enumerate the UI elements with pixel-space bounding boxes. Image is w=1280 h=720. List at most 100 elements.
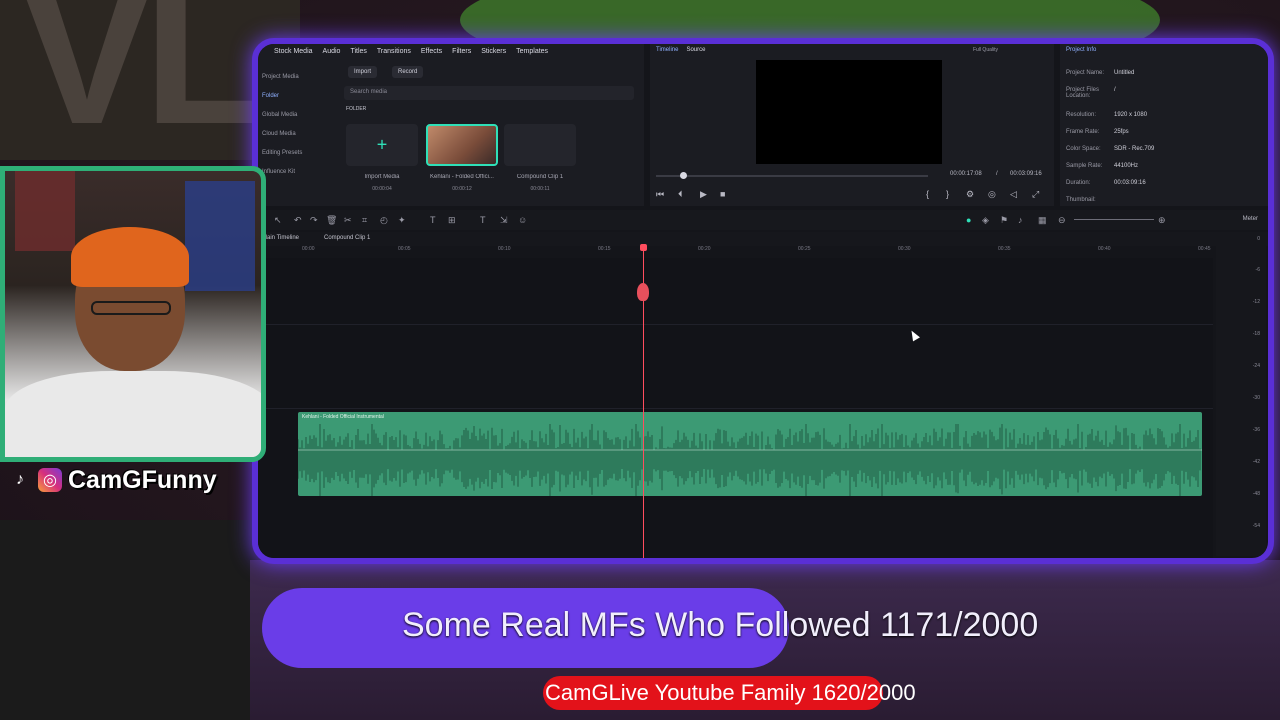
tab-templates[interactable]: Templates: [516, 48, 548, 55]
render-icon[interactable]: ●: [966, 215, 971, 225]
info-value: 00:03:09:16: [1114, 180, 1146, 186]
sidebar-item-folder[interactable]: Folder: [262, 87, 332, 106]
tab-source[interactable]: Source: [686, 47, 705, 53]
tab-audio[interactable]: Audio: [323, 48, 341, 55]
audio-meter: 0 -6 -12 -18 -24 -30 -36 -42 -48 -54: [1216, 234, 1266, 556]
text-icon[interactable]: T: [430, 215, 436, 225]
media-item-compound-clip[interactable]: Compound Clip 1 00:00:11: [504, 124, 576, 192]
streamer-beanie: [71, 227, 189, 287]
streamer-body: [5, 371, 261, 457]
info-row: Project Files Location: /: [1066, 87, 1266, 99]
audio-clip[interactable]: Kehlani - Folded Official Instrumental: [298, 412, 1202, 496]
delete-icon[interactable]: 🗑: [326, 215, 337, 226]
thumbnail-image: [426, 124, 498, 166]
tab-stock-media[interactable]: Stock Media: [274, 48, 313, 55]
media-caption: Import Media: [364, 174, 400, 180]
tab-stickers[interactable]: Stickers: [481, 48, 506, 55]
adjust-icon[interactable]: ⊞: [448, 215, 456, 226]
sidebar-item-editing-presets[interactable]: Editing Presets: [262, 144, 332, 163]
video-preview: [756, 60, 942, 164]
sidebar-item-project-media[interactable]: Project Media: [262, 68, 332, 87]
play-back-icon[interactable]: ⏴: [678, 189, 683, 200]
zoom-out-icon[interactable]: ⊖: [1058, 215, 1066, 226]
info-key: Sample Rate:: [1066, 163, 1103, 169]
db-label: -48: [1252, 491, 1260, 497]
shield-icon[interactable]: ◈: [982, 215, 989, 226]
sidebar-item-influence-kit[interactable]: Influence Kit: [262, 163, 332, 182]
info-row: Frame Rate: 25fps: [1066, 129, 1266, 135]
tab-filters[interactable]: Filters: [452, 48, 471, 55]
db-label: -24: [1252, 363, 1260, 369]
media-duration: 00:00:11: [530, 186, 550, 192]
db-label: -54: [1252, 523, 1260, 529]
play-icon[interactable]: ▶: [700, 189, 707, 200]
playhead-handle[interactable]: [640, 244, 647, 251]
ruler-label: 00:35: [998, 246, 1011, 252]
ruler-label: 00:30: [898, 246, 911, 252]
player-tabs: Timeline Source: [656, 47, 705, 53]
tab-titles[interactable]: Titles: [350, 48, 366, 55]
media-panel: Stock Media Audio Titles Transitions Eff…: [258, 44, 644, 206]
tab-compound-clip[interactable]: Compound Clip 1: [324, 235, 370, 241]
zoom-slider[interactable]: [1074, 219, 1154, 220]
current-time: 00:00:17:08: [950, 171, 982, 177]
ai-tool-icon[interactable]: ✦: [398, 215, 406, 226]
zoom-in-icon[interactable]: ⊕: [1158, 215, 1166, 226]
volume-icon[interactable]: ◁: [1010, 189, 1017, 200]
sidebar-item-cloud-media[interactable]: Cloud Media: [262, 125, 332, 144]
media-item-kehlani[interactable]: Kehlani - Folded Offici... 00:00:12: [426, 124, 498, 192]
tab-transitions[interactable]: Transitions: [377, 48, 411, 55]
info-row: Sample Rate: 44100Hz: [1066, 163, 1266, 169]
crop-icon[interactable]: ⌗: [362, 215, 367, 226]
marker-icon[interactable]: ⚑: [1000, 215, 1008, 226]
folder-label: FOLDER: [346, 106, 367, 112]
audio-stretch-icon[interactable]: ⇲: [500, 215, 508, 226]
playhead-marker-icon[interactable]: [637, 283, 649, 301]
timeline-tracks[interactable]: [258, 258, 1213, 558]
goal-text: Some Real MFs Who Followed 1171/2000: [402, 606, 1039, 644]
tab-effects[interactable]: Effects: [421, 48, 442, 55]
quality-select[interactable]: Full Quality: [973, 47, 998, 53]
plus-icon: +: [376, 134, 388, 155]
import-button[interactable]: Import: [348, 66, 378, 78]
settings-icon[interactable]: ⚙: [966, 189, 974, 200]
ruler-label: 00:15: [598, 246, 611, 252]
ruler-label: 00:20: [698, 246, 711, 252]
undo-icon[interactable]: ↶: [294, 215, 302, 226]
db-label: -42: [1252, 459, 1260, 465]
mark-out-icon[interactable]: }: [946, 189, 949, 199]
select-tool-icon[interactable]: ↖: [274, 215, 282, 226]
redo-icon[interactable]: ↷: [310, 215, 318, 226]
search-input[interactable]: Search media: [344, 86, 634, 100]
ruler-label: 00:25: [798, 246, 811, 252]
progress-knob[interactable]: [680, 172, 687, 179]
split-icon[interactable]: ✂: [344, 215, 352, 226]
info-row: Resolution: 1920 x 1080: [1066, 112, 1266, 118]
meter-label[interactable]: Meter: [1243, 216, 1258, 222]
ruler-label: 00:40: [1098, 246, 1111, 252]
tab-timeline[interactable]: Timeline: [656, 47, 678, 53]
layout-icon[interactable]: ▦: [1038, 215, 1047, 226]
ruler-label: 00:10: [498, 246, 511, 252]
voice-icon[interactable]: ☺: [518, 215, 527, 225]
fullscreen-icon[interactable]: ⤢: [1032, 189, 1039, 200]
mark-in-icon[interactable]: {: [926, 189, 929, 199]
time-ruler[interactable]: 00:00 00:05 00:10 00:15 00:20 00:25 00:3…: [302, 246, 1212, 258]
import-media-tile[interactable]: + Import Media 00:00:04: [346, 124, 418, 192]
info-value: 44100Hz: [1114, 163, 1139, 169]
tab-main-timeline[interactable]: Main Timeline: [262, 235, 299, 241]
youtube-goal-bar: CamGLive Youtube Family 1620/2000: [543, 676, 963, 710]
text-tool-icon[interactable]: T: [480, 215, 486, 225]
sidebar-item-global-media[interactable]: Global Media: [262, 106, 332, 125]
stop-icon[interactable]: ■: [720, 189, 725, 199]
info-row: Project Name: Untitled: [1066, 70, 1266, 76]
snapshot-icon[interactable]: ◎: [988, 189, 996, 200]
db-label: -6: [1255, 267, 1260, 273]
mic-icon[interactable]: ♪: [1018, 215, 1023, 225]
info-value: Untitled: [1114, 70, 1135, 76]
playback-progress[interactable]: [656, 172, 928, 179]
step-back-icon[interactable]: ⏮: [656, 189, 664, 200]
record-button[interactable]: Record: [392, 66, 424, 78]
speed-icon[interactable]: ◴: [380, 215, 388, 226]
timeline-tabs: Main Timeline Compound Clip 1: [258, 232, 1268, 246]
